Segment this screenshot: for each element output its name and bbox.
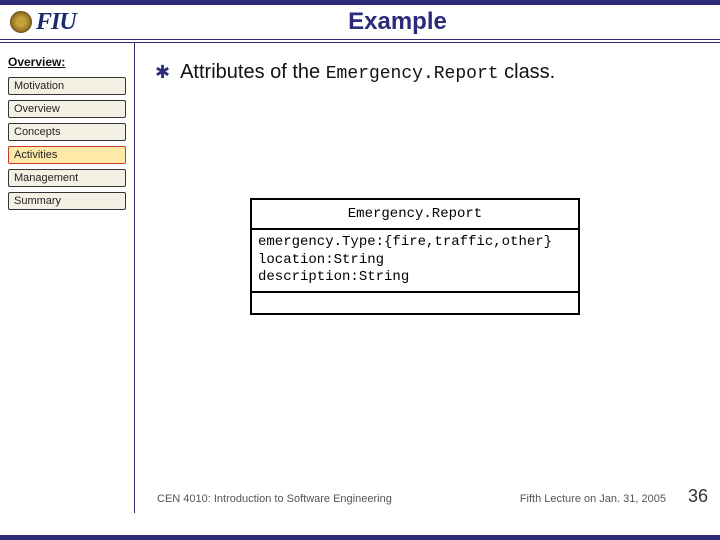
uml-operations	[252, 293, 578, 313]
uml-class-box: Emergency.Report emergency.Type:{fire,tr…	[250, 198, 580, 315]
sidebar-item-concepts[interactable]: Concepts	[8, 123, 126, 141]
footer-date: Fifth Lecture on Jan. 31, 2005	[520, 493, 666, 505]
slide: FIU Example Overview: Motivation Overvie…	[0, 0, 720, 540]
bullet-text: Attributes of the Emergency.Report class…	[180, 61, 555, 84]
page-title: Example	[135, 8, 720, 36]
bullet-prefix: Attributes of the	[180, 61, 326, 83]
content: ✱ Attributes of the Emergency.Report cla…	[135, 43, 720, 513]
bullet-code: Emergency.Report	[326, 64, 499, 84]
sidebar: Overview: Motivation Overview Concepts A…	[0, 43, 135, 513]
footer-course: CEN 4010: Introduction to Software Engin…	[157, 493, 392, 505]
bullet-icon: ✱	[155, 63, 170, 81]
header: FIU Example	[0, 5, 720, 43]
bullet-suffix: class.	[499, 61, 556, 83]
logo: FIU	[0, 5, 135, 39]
footer: CEN 4010: Introduction to Software Engin…	[135, 486, 720, 507]
sidebar-item-activities[interactable]: Activities	[8, 146, 126, 164]
sidebar-item-motivation[interactable]: Motivation	[8, 77, 126, 95]
logo-seal-icon	[10, 11, 32, 33]
body: Overview: Motivation Overview Concepts A…	[0, 43, 720, 513]
uml-class-name: Emergency.Report	[252, 200, 578, 230]
footer-page-number: 36	[688, 486, 708, 507]
logo-text: FIU	[36, 9, 76, 36]
uml-attributes: emergency.Type:{fire,traffic,other} loca…	[252, 230, 578, 293]
bullet-line: ✱ Attributes of the Emergency.Report cla…	[155, 61, 700, 84]
sidebar-item-summary[interactable]: Summary	[8, 192, 126, 210]
sidebar-heading: Overview:	[8, 55, 126, 69]
sidebar-item-overview[interactable]: Overview	[8, 100, 126, 118]
sidebar-item-management[interactable]: Management	[8, 169, 126, 187]
